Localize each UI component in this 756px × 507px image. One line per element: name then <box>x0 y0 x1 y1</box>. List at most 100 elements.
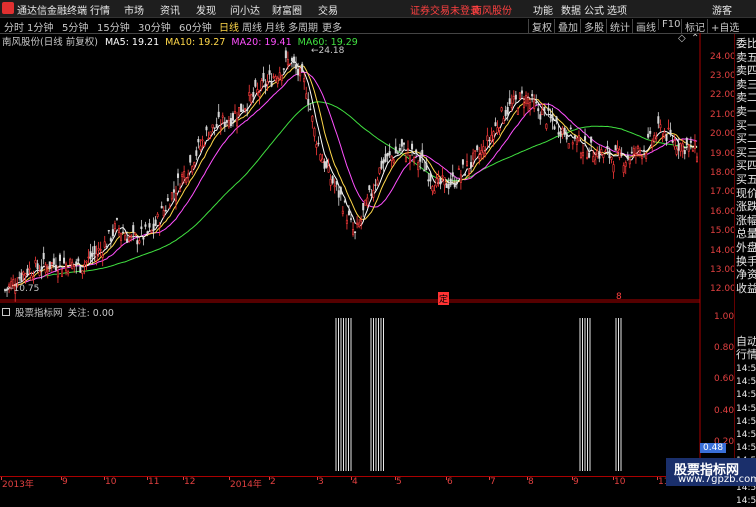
candle-body <box>24 273 27 277</box>
indicator-title[interactable]: 股票指标网 <box>15 308 63 319</box>
stock-name[interactable]: 南风股份(日线 前复权) <box>2 37 98 48</box>
price-tick: 22.00 <box>710 90 736 101</box>
candle-body <box>525 95 528 104</box>
candle-body <box>30 275 33 281</box>
quote-label[interactable]: 外盘 <box>736 242 756 253</box>
user-guest[interactable]: 游客 <box>712 2 732 17</box>
candle-body <box>683 150 686 155</box>
candle-body <box>250 94 253 103</box>
candle-body <box>183 171 186 178</box>
candle-body <box>231 113 234 121</box>
candle-body <box>628 158 631 165</box>
candle-body <box>423 169 426 172</box>
candle-body <box>87 256 90 259</box>
quote-label[interactable]: 卖一 <box>736 106 756 117</box>
period-30min[interactable]: 30分钟 <box>138 19 171 34</box>
menu-gongshi[interactable]: 公式 <box>584 2 604 17</box>
candle-body <box>124 235 127 241</box>
chart-grid <box>0 33 701 476</box>
time-tick: 2013年 <box>2 480 34 490</box>
candle-body <box>447 183 450 189</box>
time-tick: 4 <box>352 477 358 487</box>
period-fenshi[interactable]: 分时 <box>4 19 24 34</box>
event-marker-2[interactable]: 8 <box>616 292 622 302</box>
tick-header[interactable]: 自动 <box>736 336 756 347</box>
candle-body <box>626 154 629 160</box>
toolbar-zixuan[interactable]: +自选 <box>707 19 739 34</box>
toolbar-huaxian[interactable]: 画线 <box>632 19 656 34</box>
quote-label[interactable]: 卖五 <box>736 52 756 63</box>
quote-label[interactable]: 涨跌 <box>736 201 756 212</box>
quote-label[interactable]: 卖四 <box>736 65 756 76</box>
menu-zixun[interactable]: 资讯 <box>160 2 180 17</box>
quote-label[interactable]: 委比 <box>736 38 756 49</box>
toolbar-duogu[interactable]: 多股 <box>580 19 604 34</box>
menu-jiaoyi[interactable]: 交易 <box>318 2 338 17</box>
diamond-icon[interactable]: ◇ <box>678 33 686 44</box>
tick-header[interactable]: 行情 <box>736 349 756 360</box>
event-marker[interactable]: 定 <box>438 292 450 305</box>
candle-body <box>445 183 448 188</box>
quote-label[interactable]: 涨幅 <box>736 215 756 226</box>
menu-faxian[interactable]: 发现 <box>196 2 216 17</box>
candle-body <box>154 219 157 226</box>
period-weekly[interactable]: 周线 <box>242 19 262 34</box>
period-monthly[interactable]: 月线 <box>265 19 285 34</box>
quote-label[interactable]: 买三 <box>736 147 756 158</box>
period-5min[interactable]: 5分钟 <box>62 19 88 34</box>
candle-body <box>372 190 375 198</box>
candle-body <box>382 159 385 164</box>
candle-body <box>73 264 76 267</box>
candle-body <box>179 188 182 192</box>
candle-body <box>465 161 469 166</box>
menu-shichang[interactable]: 市场 <box>124 2 144 17</box>
toolbar-fuquan[interactable]: 复权 <box>528 19 552 34</box>
period-multi[interactable]: 多周期 <box>288 19 318 34</box>
menu-shuju[interactable]: 数据 <box>561 2 581 17</box>
period-60min[interactable]: 60分钟 <box>179 19 212 34</box>
time-tick-mark <box>183 477 184 480</box>
quote-label[interactable]: 现价 <box>736 188 756 199</box>
candle-body <box>443 177 446 186</box>
toolbar-biaoji[interactable]: 标记 <box>681 19 705 34</box>
menu-wenxiaoda[interactable]: 问小达 <box>230 2 260 17</box>
menu-caifuquan[interactable]: 财富圈 <box>272 2 302 17</box>
toolbar-diejia[interactable]: 叠加 <box>554 19 578 34</box>
candle-body <box>343 200 346 203</box>
quote-label[interactable]: 买四 <box>736 160 756 171</box>
quote-label[interactable]: 卖三 <box>736 79 756 90</box>
candle-body <box>201 139 204 142</box>
menu-hangqing[interactable]: 行情 <box>90 2 110 17</box>
candle-body <box>579 152 582 158</box>
toolbar-f10[interactable]: F10 <box>658 19 680 30</box>
quote-label[interactable]: 净资 <box>736 269 756 280</box>
quote-label[interactable]: 买二 <box>736 133 756 144</box>
period-more[interactable]: 更多 <box>322 19 342 34</box>
quote-label[interactable]: 总量 <box>736 228 756 239</box>
candle-body <box>533 100 536 109</box>
candle-body <box>437 176 440 180</box>
menu-xuanxiang[interactable]: 选项 <box>607 2 627 17</box>
candle-body <box>512 96 515 100</box>
period-15min[interactable]: 15分钟 <box>97 19 130 34</box>
app-logo-icon <box>2 2 14 14</box>
caret-up-icon[interactable]: ⌃ <box>691 33 699 44</box>
quote-label[interactable]: 买五 <box>736 174 756 185</box>
quote-label[interactable]: 换手 <box>736 256 756 267</box>
quote-label[interactable]: 买一 <box>736 120 756 131</box>
candle-body <box>315 144 318 148</box>
candle-body <box>211 124 214 128</box>
stock-link[interactable]: 南风股份 <box>472 2 512 17</box>
login-notice[interactable]: 证券交易未登录 <box>410 2 480 17</box>
candle-body <box>488 139 491 142</box>
menu-gongneng[interactable]: 功能 <box>533 2 553 17</box>
period-1min[interactable]: 1分钟 <box>27 19 53 34</box>
quote-label[interactable]: 收益 <box>736 283 756 294</box>
candle-body <box>641 156 644 160</box>
candle-body <box>293 56 296 63</box>
candle-body <box>229 118 232 127</box>
toolbar-tongji[interactable]: 统计 <box>606 19 630 34</box>
period-daily[interactable]: 日线 <box>219 19 239 34</box>
kline-chart[interactable] <box>0 33 734 476</box>
quote-label[interactable]: 卖二 <box>736 92 756 103</box>
